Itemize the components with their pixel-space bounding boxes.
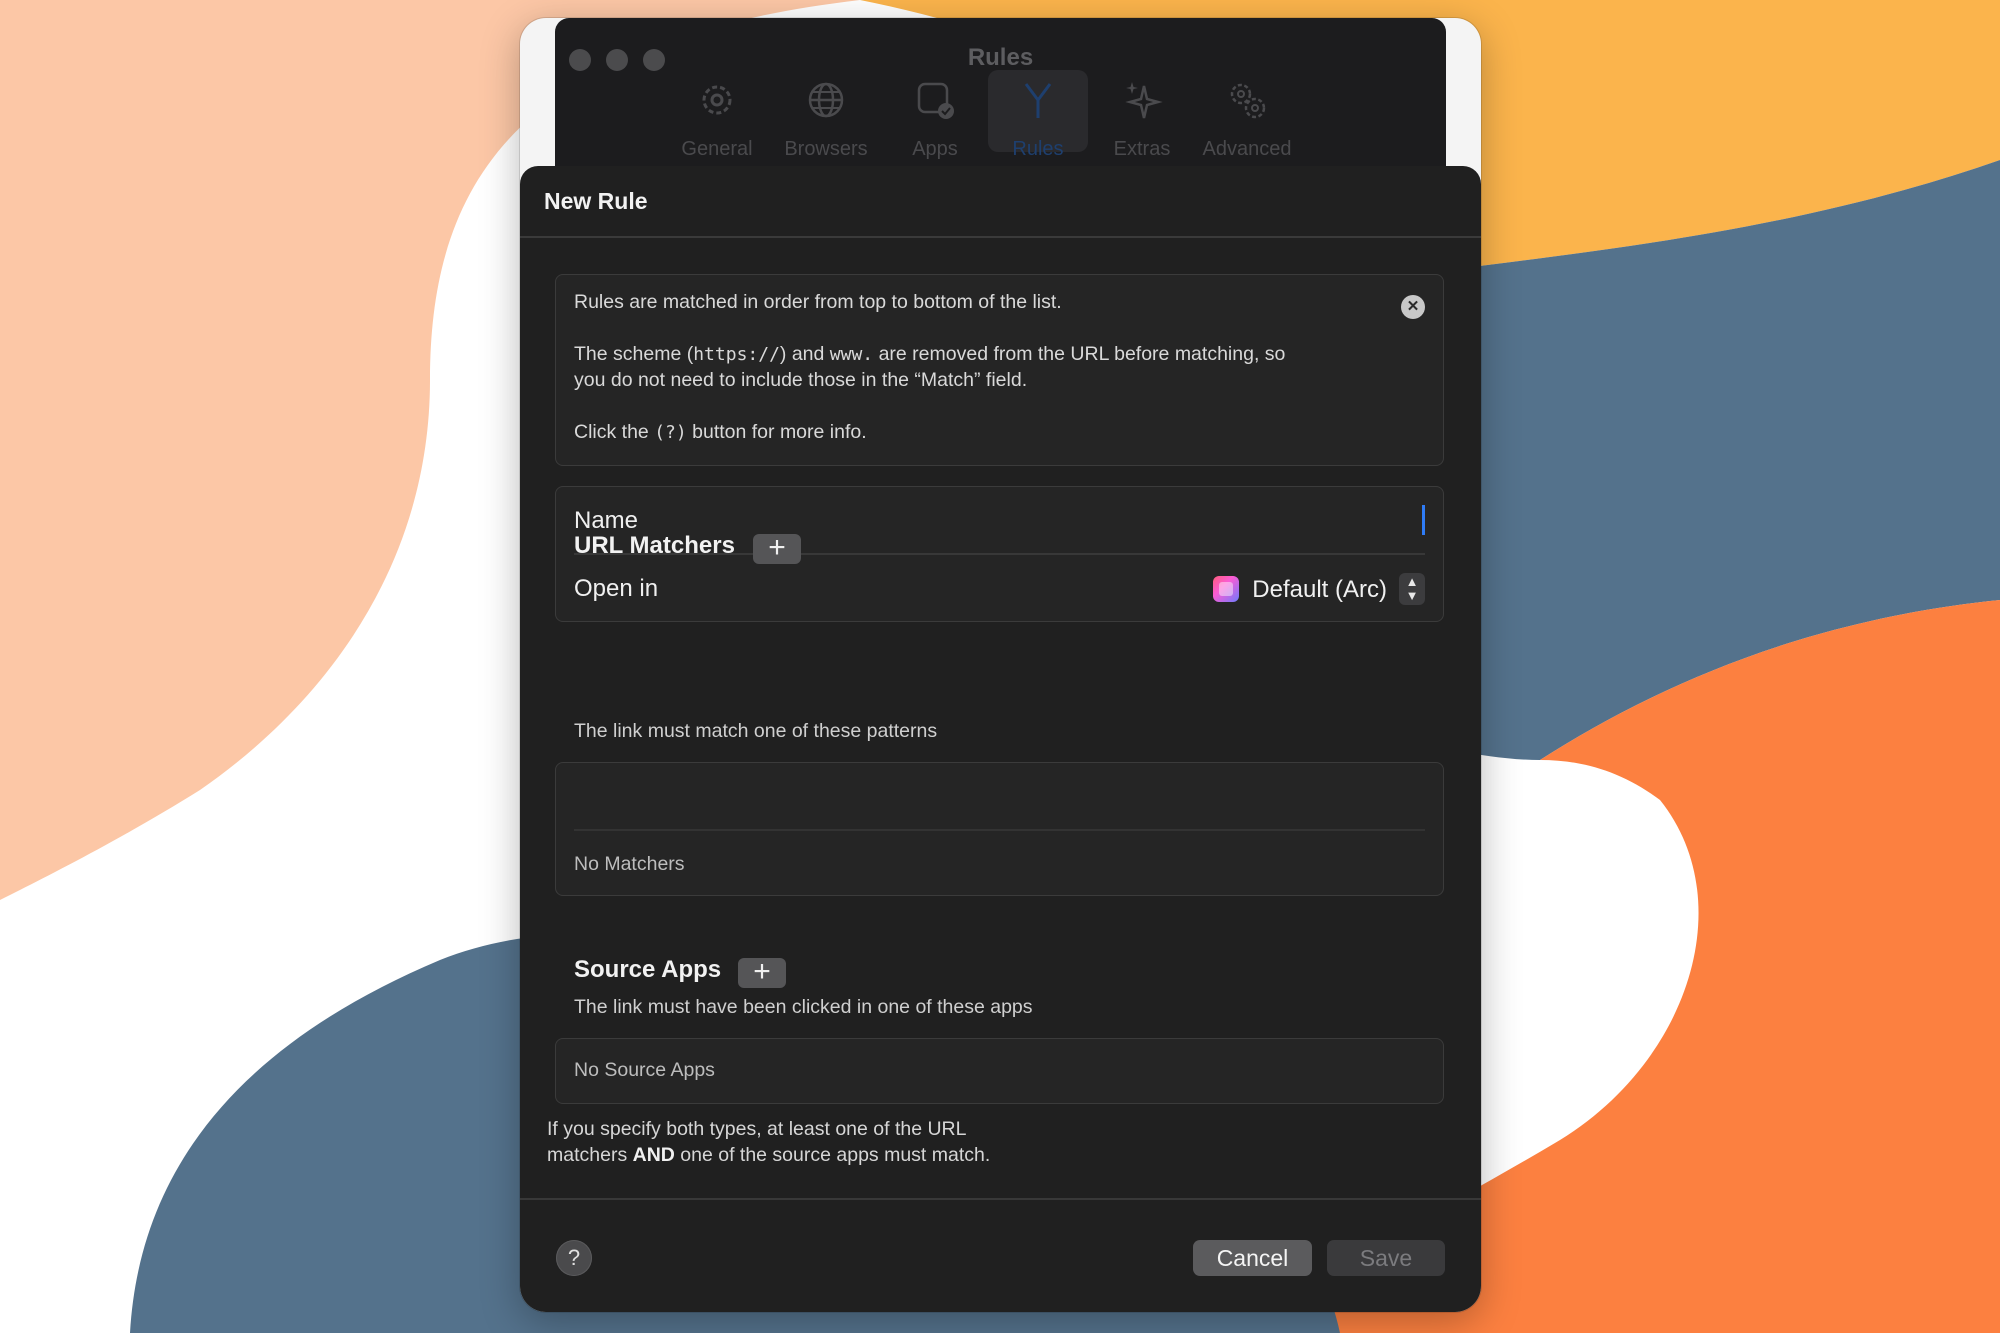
info-text-segment: are removed from the URL before matching… (873, 343, 1286, 365)
info-text-segment: The scheme ( (574, 343, 694, 365)
source-apps-list: No Source Apps (555, 1038, 1444, 1104)
tab-advanced-label: Advanced (1202, 138, 1292, 160)
footnote-text-segment: matchers (547, 1144, 633, 1166)
footer-divider (520, 1198, 1481, 1200)
footnote-text-segment: one of the source apps must match. (674, 1144, 991, 1166)
gears-icon (1230, 83, 1266, 119)
info-text-segment: button for more info. (686, 421, 867, 443)
info-banner: Rules are matched in order from top to b… (555, 274, 1444, 466)
arc-browser-icon (1213, 576, 1239, 602)
sparkles-icon (1125, 82, 1163, 119)
tab-advanced[interactable]: Advanced (1197, 70, 1297, 168)
new-rule-sheet: New Rule Rules are matched in order from… (520, 166, 1481, 1312)
list-divider (574, 829, 1425, 831)
footnote-line-1: If you specify both types, at least one … (547, 1118, 967, 1140)
open-in-popup[interactable]: Default (Arc) ▲ ▼ (1185, 572, 1425, 606)
window-titlebar: Rules General Browsers Apps Rules Extras… (555, 18, 1446, 168)
chevron-updown-icon: ▲ ▼ (1399, 573, 1425, 605)
url-matchers-empty: No Matchers (574, 853, 685, 875)
url-matchers-title: URL Matchers (574, 532, 735, 559)
source-apps-subtitle: The link must have been clicked in one o… (574, 996, 1033, 1018)
sheet-header: New Rule (520, 166, 1481, 238)
add-source-app-button[interactable]: + (738, 957, 786, 988)
info-line-3: you do not need to include those in the … (574, 369, 1028, 391)
source-apps-empty: No Source Apps (574, 1059, 715, 1081)
name-field-caret (1422, 505, 1425, 535)
info-line-4: Click the (?) button for more info. (574, 419, 1394, 446)
url-matchers-list: No Matchers (555, 762, 1444, 896)
globe-icon (808, 82, 844, 118)
open-in-row: Open in Default (Arc) ▲ ▼ (574, 555, 1425, 621)
info-line-1: Rules are matched in order from top to b… (574, 291, 1062, 313)
name-label: Name (574, 507, 639, 534)
scheme-code: https:// (693, 344, 780, 365)
fork-icon (1024, 83, 1052, 118)
tab-browsers[interactable]: Browsers (776, 70, 876, 168)
add-url-matcher-button[interactable]: + (753, 533, 801, 564)
app-check-icon (917, 82, 954, 119)
info-text-segment: Click the (574, 421, 655, 443)
source-apps-title: Source Apps (574, 956, 722, 983)
save-button[interactable]: Save (1327, 1240, 1445, 1276)
help-button[interactable]: ? (556, 1240, 592, 1276)
info-text-segment: ) and (779, 343, 830, 365)
www-code: www. (829, 344, 874, 365)
url-matchers-subtitle-text: The link must match one of these pattern… (574, 720, 938, 742)
settings-toolbar: General Browsers Apps Rules Extras Advan… (555, 70, 1446, 168)
cancel-button[interactable]: Cancel (1193, 1240, 1312, 1276)
footnote-and: AND (632, 1144, 675, 1166)
dismiss-info-close-icon[interactable]: ✕ (1401, 295, 1425, 319)
window-title: Rules (967, 44, 1034, 71)
open-in-label: Open in (574, 575, 659, 602)
info-line-2: The scheme (https://) and www. are remov… (574, 341, 1394, 368)
footnote-line-2: matchers AND one of the source apps must… (547, 1142, 1107, 1168)
sheet-title: New Rule (544, 188, 648, 214)
gear-icon (702, 85, 732, 115)
tab-general[interactable]: General (667, 70, 767, 168)
open-in-value: Default (Arc) (1252, 576, 1387, 603)
help-code: (?) (654, 422, 687, 443)
matching-footnote: If you specify both types, at least one … (547, 1116, 1107, 1168)
